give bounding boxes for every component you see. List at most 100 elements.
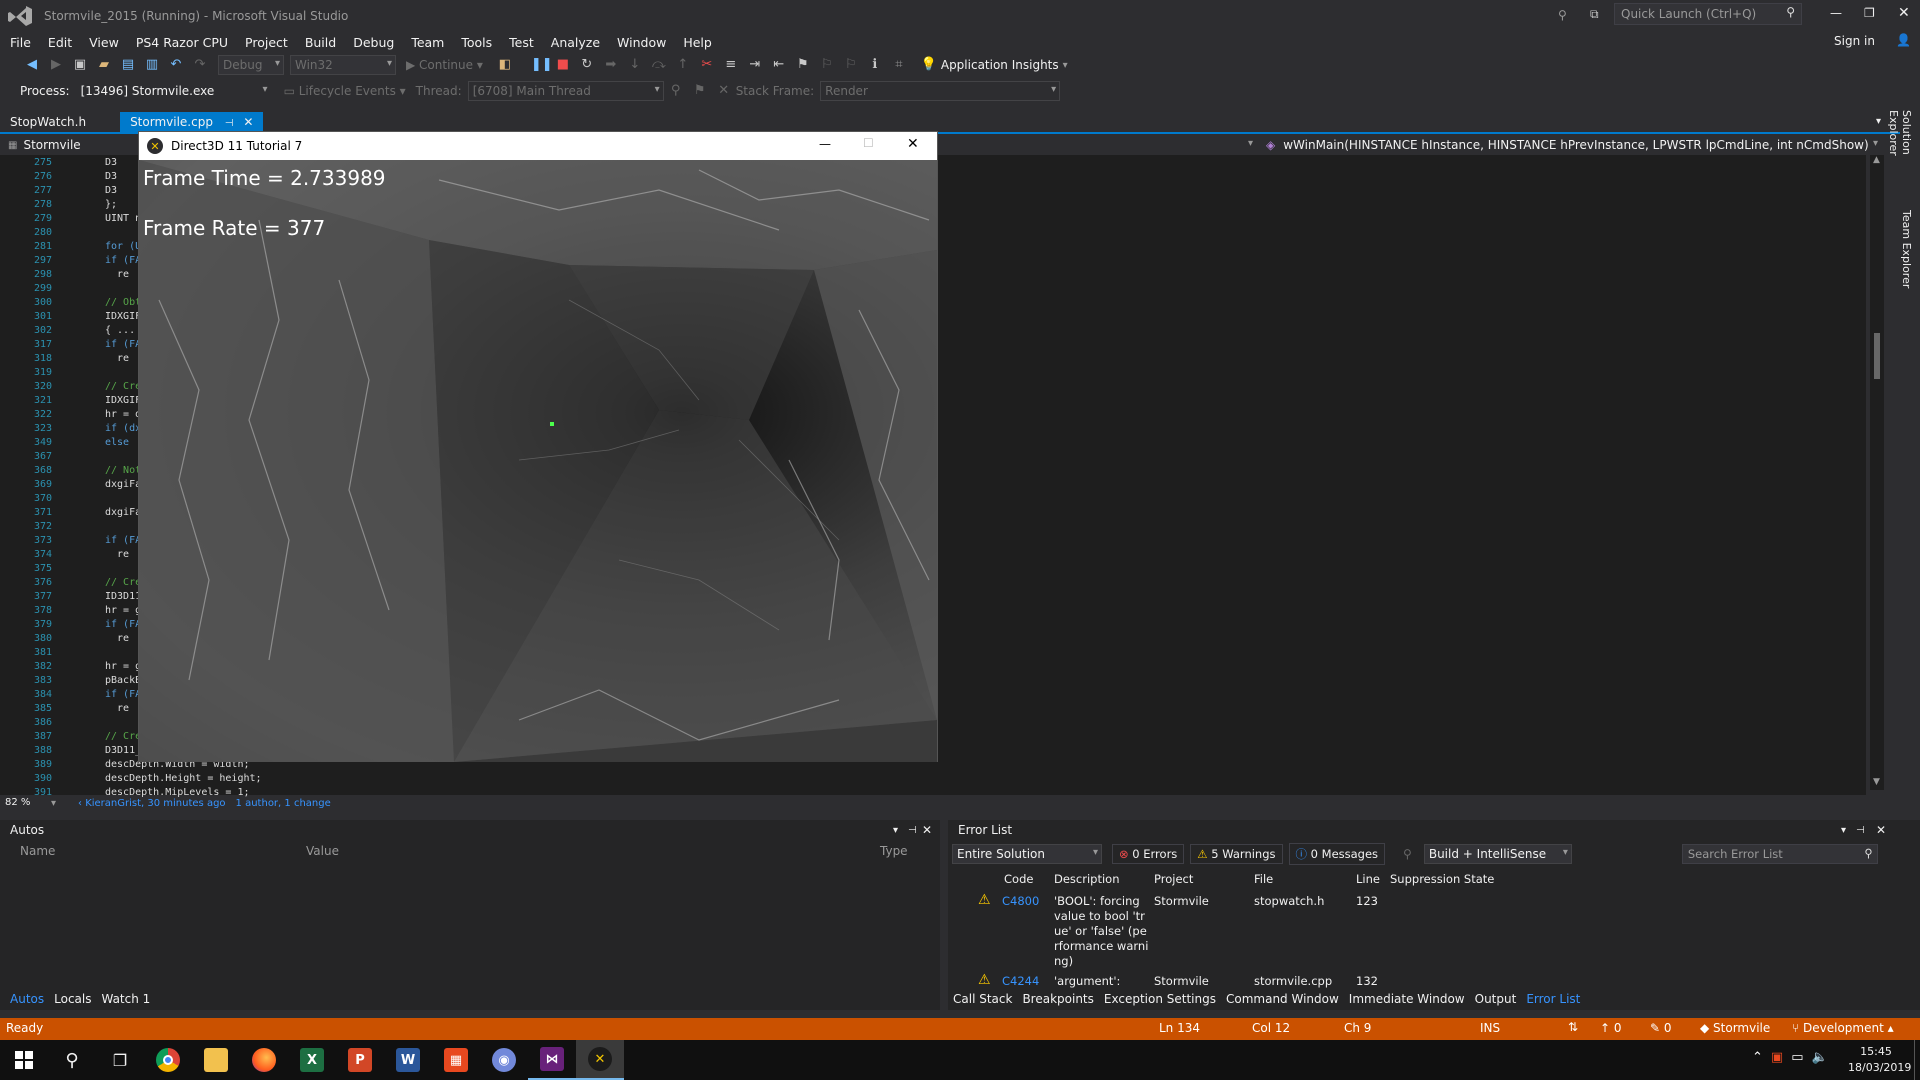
dx-minimize-button[interactable]: — xyxy=(819,137,831,151)
taskbar-excel[interactable]: X xyxy=(288,1040,336,1080)
quick-launch-input[interactable]: Quick Launch (Ctrl+Q) ⚲ xyxy=(1614,3,1802,25)
code-line[interactable]: else xyxy=(105,437,129,448)
col-code[interactable]: Code xyxy=(1004,872,1033,886)
errors-filter-button[interactable]: ⊗ 0 Errors xyxy=(1112,844,1185,864)
code-line[interactable]: if (FA xyxy=(105,619,141,630)
bookmark-prev-icon[interactable]: ⚐ xyxy=(819,57,835,73)
team-explorer-tab[interactable]: Team Explorer xyxy=(1893,210,1913,290)
col-description[interactable]: Description xyxy=(1054,872,1120,886)
tab-locals[interactable]: Locals xyxy=(54,992,91,1006)
close-button[interactable]: ✕ xyxy=(1898,5,1910,21)
code-line[interactable]: dxgiFa xyxy=(105,479,141,490)
table-row[interactable]: ⚠ C4800 'BOOL': forcing value to bool 't… xyxy=(948,892,1878,970)
code-line[interactable]: dxgiFa xyxy=(105,507,141,518)
vertical-scrollbar[interactable]: ▲ ▼ xyxy=(1870,155,1884,790)
codelens-changes[interactable]: 1 author, 1 change xyxy=(236,798,331,809)
code-line[interactable]: { ... xyxy=(105,325,135,336)
code-line[interactable]: for (U xyxy=(105,241,141,252)
messages-filter-button[interactable]: ⓘ 0 Messages xyxy=(1288,843,1386,865)
code-line[interactable]: IDXGIF xyxy=(105,311,141,322)
show-next-statement-icon[interactable]: ➡ xyxy=(603,57,619,73)
project-dropdown[interactable]: ▦ Stormvile xyxy=(8,138,81,152)
show-flagged-icon[interactable]: ✕ xyxy=(716,83,732,99)
clock[interactable]: 15:45 18/03/2019 xyxy=(1848,1044,1911,1076)
panel-dropdown-icon[interactable]: ▾ xyxy=(893,825,898,836)
code-line[interactable]: if (FA xyxy=(105,535,141,546)
code-line[interactable]: hr = g xyxy=(105,605,141,616)
application-insights-icon[interactable]: 💡 xyxy=(921,57,937,73)
tab-error-list[interactable]: Error List xyxy=(1526,992,1580,1006)
chevron-up-icon[interactable]: ⌃ xyxy=(1752,1050,1763,1065)
account-icon[interactable]: 👤 xyxy=(1896,33,1911,47)
task-view-button[interactable]: ❐ xyxy=(96,1040,144,1080)
lifecycle-events-button[interactable]: ▭ Lifecycle Events ▾ xyxy=(284,84,406,98)
show-desktop-button[interactable] xyxy=(1914,1040,1920,1080)
direct3d-title-bar[interactable]: ✕ Direct3D 11 Tutorial 7 — ☐ ✕ xyxy=(139,132,937,160)
code-line[interactable]: }; xyxy=(105,199,117,210)
codelens-author[interactable]: ‹ KieranGrist, 30 minutes ago xyxy=(78,798,226,809)
panel-dropdown-icon[interactable]: ▾ xyxy=(1841,825,1846,836)
code-line[interactable]: D3 xyxy=(105,157,117,168)
code-line[interactable]: D3D11_ xyxy=(105,745,141,756)
taskbar-chrome[interactable] xyxy=(144,1040,192,1080)
menu-ps4-razor[interactable]: PS4 Razor CPU xyxy=(136,35,228,50)
undo-icon[interactable]: ↶ xyxy=(168,57,184,73)
scope-select[interactable]: Entire Solution xyxy=(952,844,1102,864)
new-project-icon[interactable]: ▣ xyxy=(72,57,88,73)
bookmark-icon[interactable]: ⚑ xyxy=(795,57,811,73)
flag-icon[interactable]: ⚑ xyxy=(692,83,708,99)
scroll-down-icon[interactable]: ▼ xyxy=(1873,777,1880,787)
menu-debug[interactable]: Debug xyxy=(353,35,394,50)
scope-dropdown-arrow[interactable]: ▾ xyxy=(1248,138,1253,149)
warnings-filter-button[interactable]: ⚠ 5 Warnings xyxy=(1190,844,1283,864)
network-icon[interactable]: ▭ xyxy=(1791,1050,1803,1065)
taskbar-app[interactable]: ▦ xyxy=(432,1040,480,1080)
volume-icon[interactable]: 🔈 xyxy=(1812,1050,1828,1065)
tab-autos[interactable]: Autos xyxy=(10,992,44,1006)
tab-call-stack[interactable]: Call Stack xyxy=(953,992,1012,1006)
code-line[interactable]: hr = d xyxy=(105,409,141,420)
menu-analyze[interactable]: Analyze xyxy=(551,35,600,50)
forward-icon[interactable]: ▶ xyxy=(48,57,64,73)
application-insights-button[interactable]: Application Insights xyxy=(941,58,1059,72)
menu-project[interactable]: Project xyxy=(245,35,288,50)
step-over-icon[interactable]: ⤼ xyxy=(651,57,667,73)
filter-icon[interactable]: ⚲ xyxy=(1403,847,1412,861)
solution-explorer-tab[interactable]: Solution Explorer xyxy=(1887,110,1913,202)
tab-stormvile-cpp[interactable]: Stormvile.cpp ⊣ ✕ xyxy=(120,112,264,133)
tray-app-icon[interactable]: ▣ xyxy=(1771,1050,1783,1065)
menu-help[interactable]: Help xyxy=(683,35,712,50)
save-icon[interactable]: ▤ xyxy=(120,57,136,73)
code-line[interactable]: // Cre xyxy=(105,381,141,392)
maximize-button[interactable]: ❐ xyxy=(1864,6,1875,20)
panel-close-icon[interactable]: ✕ xyxy=(922,823,932,837)
search-error-list-input[interactable]: Search Error List ⚲ xyxy=(1681,844,1878,864)
tab-overflow-icon[interactable]: ▾ xyxy=(1876,116,1881,127)
menu-team[interactable]: Team xyxy=(411,35,444,50)
bookmark-next-icon[interactable]: ⚐ xyxy=(843,57,859,73)
zoom-select[interactable]: 82 % xyxy=(0,795,60,811)
step-out-icon[interactable]: ↑ xyxy=(675,57,691,73)
indent-icon[interactable]: ⇥ xyxy=(747,57,763,73)
restart-icon[interactable]: ↻ xyxy=(579,57,595,73)
code-line[interactable]: // Not xyxy=(105,465,141,476)
table-row[interactable]: ⚠ C4244 'argument': Stormvile stormvile.… xyxy=(948,972,1878,990)
direct3d-window[interactable]: ✕ Direct3D 11 Tutorial 7 — ☐ ✕ Frame Tim… xyxy=(138,131,938,762)
minimize-button[interactable]: — xyxy=(1830,6,1842,20)
search-button[interactable]: ⚲ xyxy=(48,1040,96,1080)
tab-exception-settings[interactable]: Exception Settings xyxy=(1104,992,1216,1006)
process-select[interactable]: [13496] Stormvile.exe xyxy=(75,81,272,101)
member-dropdown[interactable]: ◈ wWinMain(HINSTANCE hInstance, HINSTANC… xyxy=(1266,138,1869,152)
repository-status[interactable]: ◆ Stormvile xyxy=(1700,1021,1770,1035)
layout-icon[interactable]: ⌗ xyxy=(891,57,907,73)
code-line[interactable]: re xyxy=(105,549,129,560)
tab-breakpoints[interactable]: Breakpoints xyxy=(1022,992,1093,1006)
stop-icon[interactable]: ■ xyxy=(555,57,571,73)
error-code-link[interactable]: C4244 xyxy=(1002,974,1039,988)
filter-icon[interactable]: ⚲ xyxy=(1558,8,1567,22)
step-into-icon[interactable]: ↓ xyxy=(627,57,643,73)
col-file[interactable]: File xyxy=(1254,872,1273,886)
autos-col-value[interactable]: Value xyxy=(306,844,339,858)
code-line[interactable]: IDXGIF xyxy=(105,395,141,406)
panel-pin-icon[interactable]: ⊣ xyxy=(908,825,917,836)
